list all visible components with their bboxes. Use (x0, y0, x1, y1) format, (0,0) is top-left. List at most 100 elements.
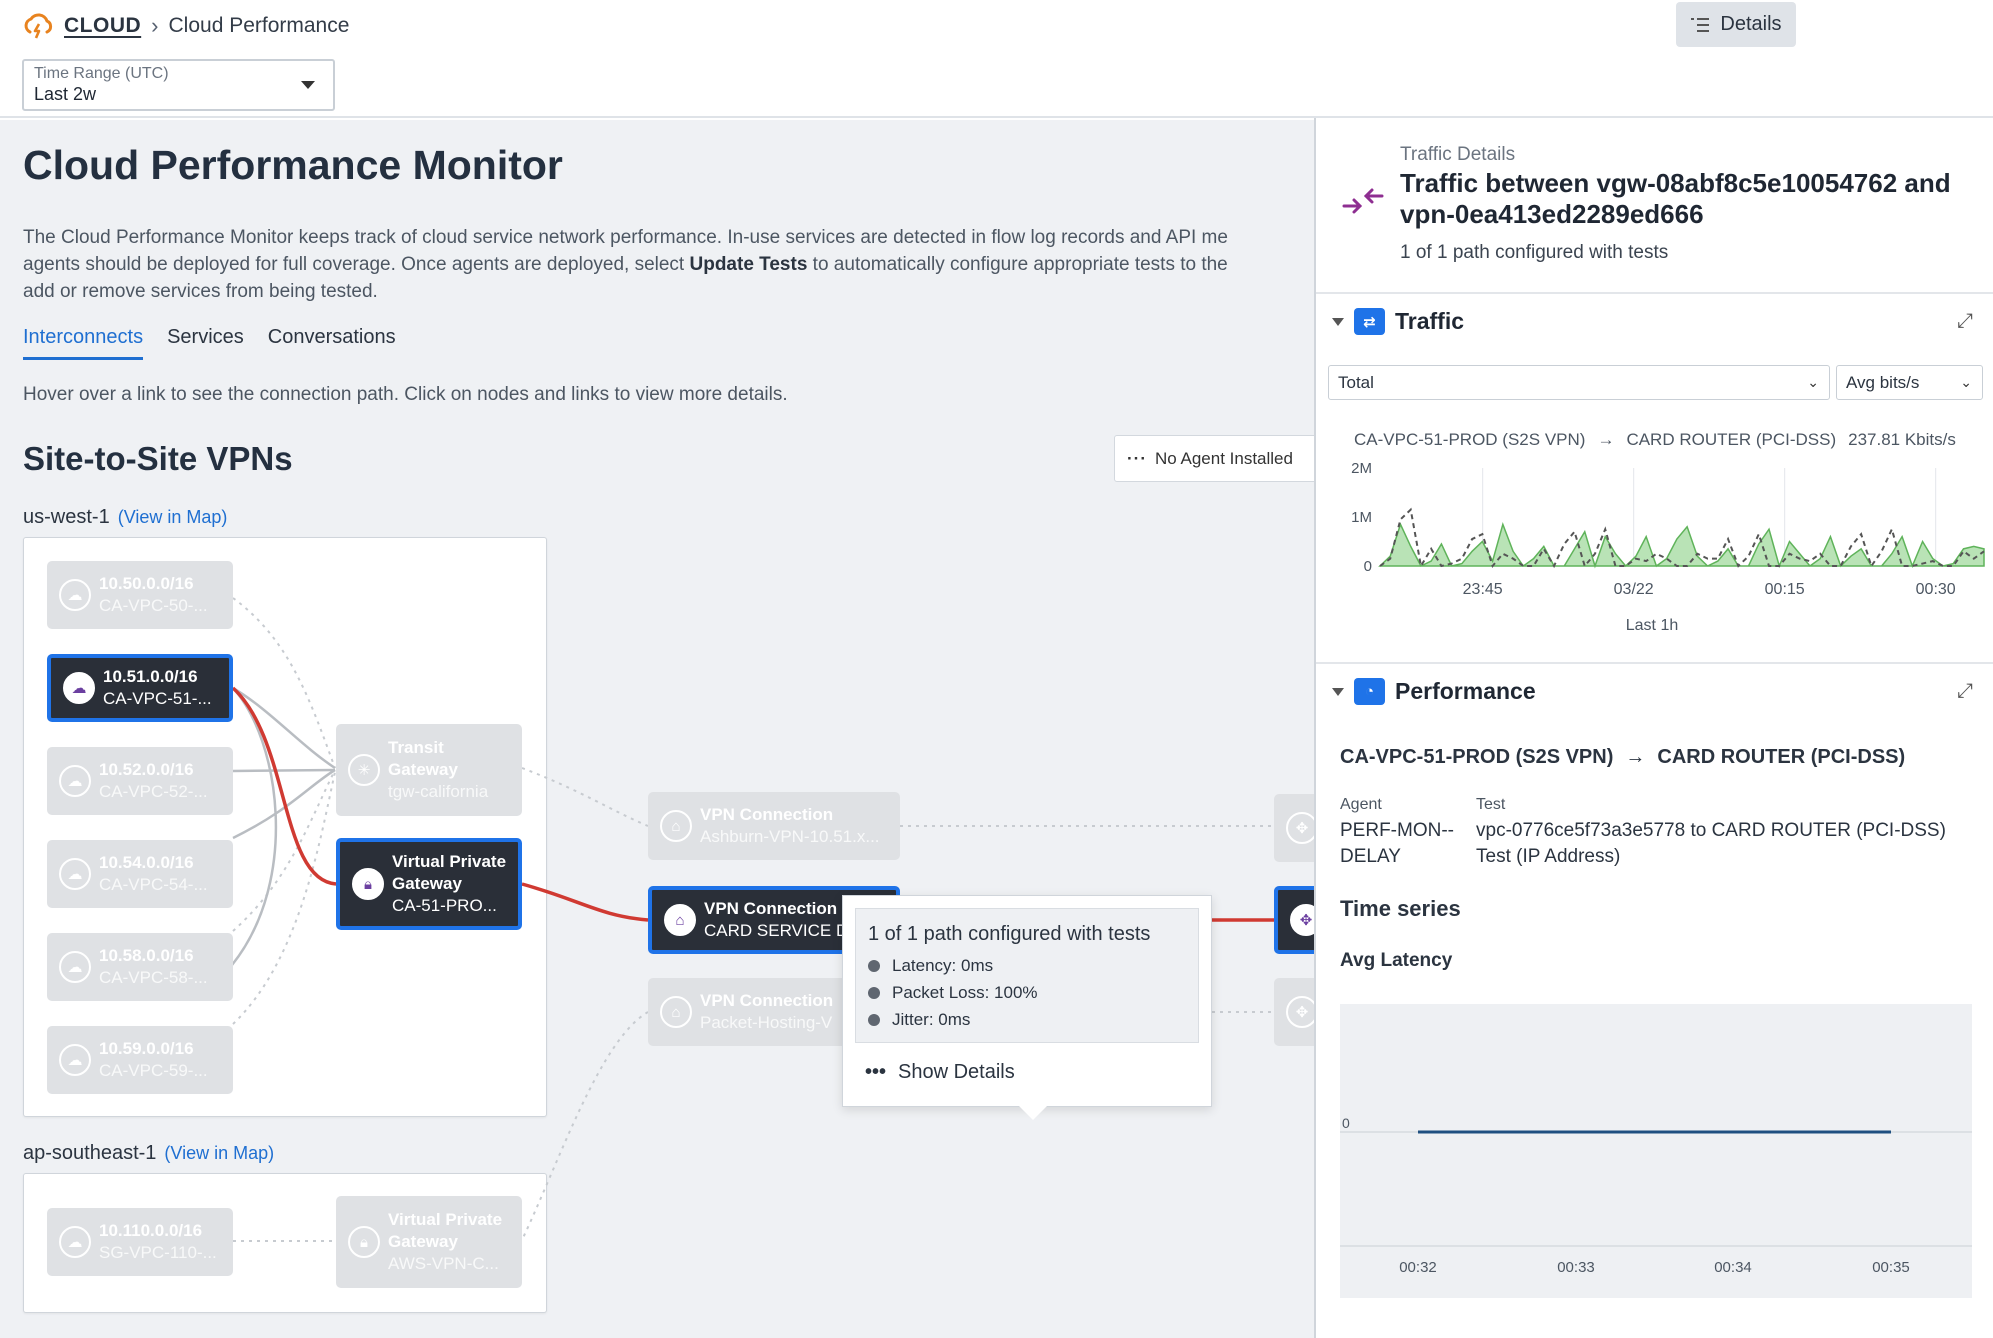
status-dot-icon (868, 986, 880, 999)
divider (1316, 292, 1993, 294)
subnet-node-selected[interactable]: ☁ 10.51.0.0/16 CA-VPC-51-... (47, 654, 233, 722)
cloud-lightning-logo-icon[interactable] (22, 10, 54, 42)
node-title: Virtual Private (388, 1210, 503, 1229)
time-range-select[interactable]: Time Range (UTC) Last 2w (22, 59, 335, 111)
subnet-name: CA-VPC-52-... (99, 782, 208, 801)
show-details-button[interactable]: ••• Show Details (865, 1061, 1015, 1084)
expand-icon[interactable]: ⤢ (1957, 680, 1973, 703)
status-dot-icon (868, 959, 880, 972)
performance-heading: Performance (1395, 678, 1536, 704)
subnet-cidr: 10.59.0.0/16 (99, 1039, 194, 1058)
chevron-down-icon: ⌄ (1960, 374, 1972, 390)
path-to: CARD ROUTER (PCI-DSS) (1657, 746, 1906, 768)
subnet-cidr: 10.58.0.0/16 (99, 946, 194, 965)
path-from: CA-VPC-51-PROD (S2S VPN) (1340, 746, 1614, 768)
x-tick-label: 00:15 (1765, 581, 1805, 598)
x-tick-label: 00:30 (1916, 581, 1956, 598)
link-tooltip-popup: 1 of 1 path configured with tests Latenc… (842, 895, 1212, 1120)
tooltip-arrow (1019, 1106, 1047, 1120)
path-value: 237.81 Kbits/s (1848, 430, 1956, 449)
x-tick-label: 23:45 (1463, 581, 1503, 598)
performance-gauge-icon: ◔ (1354, 678, 1385, 705)
subnet-name: CA-VPC-50-... (99, 596, 208, 615)
vpn-connection-node[interactable]: ⌂ VPN Connection Ashburn-VPN-10.51.x... (648, 792, 900, 860)
lock-icon: 🔒︎ (352, 868, 384, 900)
subnet-node[interactable]: ☁ 10.58.0.0/16 CA-VPC-58-... (47, 933, 233, 1001)
node-subtitle: Packet-Hosting-V (700, 1013, 833, 1032)
x-tick-label: 00:35 (1872, 1259, 1910, 1276)
divider (1316, 662, 1993, 664)
y-tick-label: 0 (1342, 1115, 1350, 1131)
arrow-right-icon: → (1597, 430, 1615, 449)
x-tick-label: 00:34 (1714, 1259, 1752, 1276)
tooltip-summary: 1 of 1 path configured with tests Latenc… (855, 908, 1199, 1043)
cloud-vpc-icon: ☁ (59, 1044, 91, 1076)
traffic-metric-select[interactable]: Avg bits/s ⌄ (1836, 365, 1983, 400)
traffic-heading: Traffic (1395, 308, 1465, 334)
subnet-name: CA-VPC-59-... (99, 1061, 208, 1080)
virtual-private-gateway-node-selected[interactable]: 🔒︎ Virtual Private Gateway CA-51-PRO... (336, 838, 522, 930)
subnet-cidr: 10.54.0.0/16 (99, 853, 194, 872)
subnet-node[interactable]: ☁ 10.59.0.0/16 CA-VPC-59-... (47, 1026, 233, 1094)
traffic-metric-value: Avg bits/s (1846, 373, 1920, 392)
router-node-selected[interactable]: ✥ (1274, 886, 1314, 954)
details-button-label: Details (1720, 13, 1782, 35)
node-title: VPN Connection (704, 899, 838, 918)
connection-links (231, 597, 1275, 1242)
tooltip-item-text: Packet Loss: 100% (892, 982, 1038, 1002)
node-subtitle: AWS-VPN-C... (388, 1254, 499, 1273)
node-subtitle: CA-51-PRO... (392, 896, 497, 915)
y-tick-label: 2M (1351, 460, 1372, 477)
node-subtitle: CARD SERVICE DI (704, 921, 853, 940)
show-details-label: Show Details (898, 1061, 1015, 1083)
subnet-node[interactable]: ☁ 10.54.0.0/16 CA-VPC-54-... (47, 840, 233, 908)
agent-label: Agent (1340, 796, 1382, 813)
node-title: VPN Connection (700, 991, 834, 1010)
panel-title: Traffic between vgw-08abf8c5e10054762 an… (1400, 168, 1951, 229)
details-button[interactable]: Details (1676, 2, 1796, 47)
subnet-node[interactable]: ☁ 10.52.0.0/16 CA-VPC-52-... (47, 747, 233, 815)
node-title: Transit (388, 738, 444, 757)
collapse-caret-icon (1332, 317, 1344, 326)
top-bar: CLOUD › Cloud Performance Time Range (UT… (0, 0, 1993, 118)
subnet-name: CA-VPC-51-... (103, 689, 212, 708)
transit-gateway-node[interactable]: ✳ Transit Gateway tgw-california (336, 724, 522, 816)
subnet-name: CA-VPC-54-... (99, 875, 208, 894)
y-tick-label: 1M (1351, 509, 1372, 526)
breadcrumb-brand-link[interactable]: CLOUD (64, 14, 141, 38)
tooltip-item-text: Latency: 0ms (892, 955, 994, 975)
cloud-vpc-icon: ☁ (59, 579, 91, 611)
subnet-node[interactable]: ☁ 10.50.0.0/16 CA-VPC-50-... (47, 561, 233, 629)
vpn-lock-icon: ⌂ (660, 810, 692, 842)
avg-latency-heading: Avg Latency (1340, 950, 1453, 971)
node-subtitle: tgw-california (388, 782, 489, 801)
transit-hub-icon: ✳ (348, 754, 380, 786)
tooltip-item-text: Jitter: 0ms (892, 1009, 971, 1029)
performance-section-header[interactable]: ◔ Performance (1332, 678, 1536, 705)
path-to: CARD ROUTER (PCI-DSS) (1626, 430, 1837, 449)
traffic-filter-select[interactable]: Total ⌄ (1328, 365, 1830, 400)
list-icon (1691, 17, 1710, 32)
subnet-node[interactable]: ☁ 10.110.0.0/16 SG-VPC-110-... (47, 1208, 233, 1276)
expand-icon[interactable]: ⤢ (1957, 310, 1973, 333)
traffic-path-line: CA-VPC-51-PROD (S2S VPN) → CARD ROUTER (… (1354, 430, 1956, 450)
vpn-lock-icon: ⌂ (664, 904, 696, 936)
time-range-value: Last 2w (34, 84, 97, 104)
router-node[interactable]: ✥ (1274, 794, 1314, 862)
breadcrumb-current-page: Cloud Performance (168, 14, 350, 37)
test-label: Test (1476, 796, 1506, 813)
cloud-vpc-icon: ☁ (59, 951, 91, 983)
chevron-down-icon: ⌄ (1807, 374, 1819, 390)
main-content: Cloud Performance Monitor The Cloud Perf… (0, 120, 1314, 1338)
virtual-private-gateway-node[interactable]: 🔒︎ Virtual Private Gateway AWS-VPN-C... (336, 1196, 522, 1288)
subnet-cidr: 10.110.0.0/16 (99, 1221, 203, 1240)
x-tick-label: 00:33 (1557, 1259, 1595, 1276)
router-node[interactable]: ✥ (1274, 978, 1314, 1046)
traffic-section-header[interactable]: ⇄ Traffic (1332, 308, 1464, 335)
tooltip-item: Latency: 0ms (868, 952, 1186, 979)
time-range-label: Time Range (UTC) (34, 65, 169, 82)
node-title: Gateway (388, 1232, 458, 1251)
tooltip-item: Packet Loss: 100% (868, 979, 1186, 1006)
traffic-chart: 2M 1M 0 23:45 03/22 00:15 00:30 Last 1h (1351, 460, 1985, 634)
subnet-cidr: 10.51.0.0/16 (103, 667, 198, 686)
